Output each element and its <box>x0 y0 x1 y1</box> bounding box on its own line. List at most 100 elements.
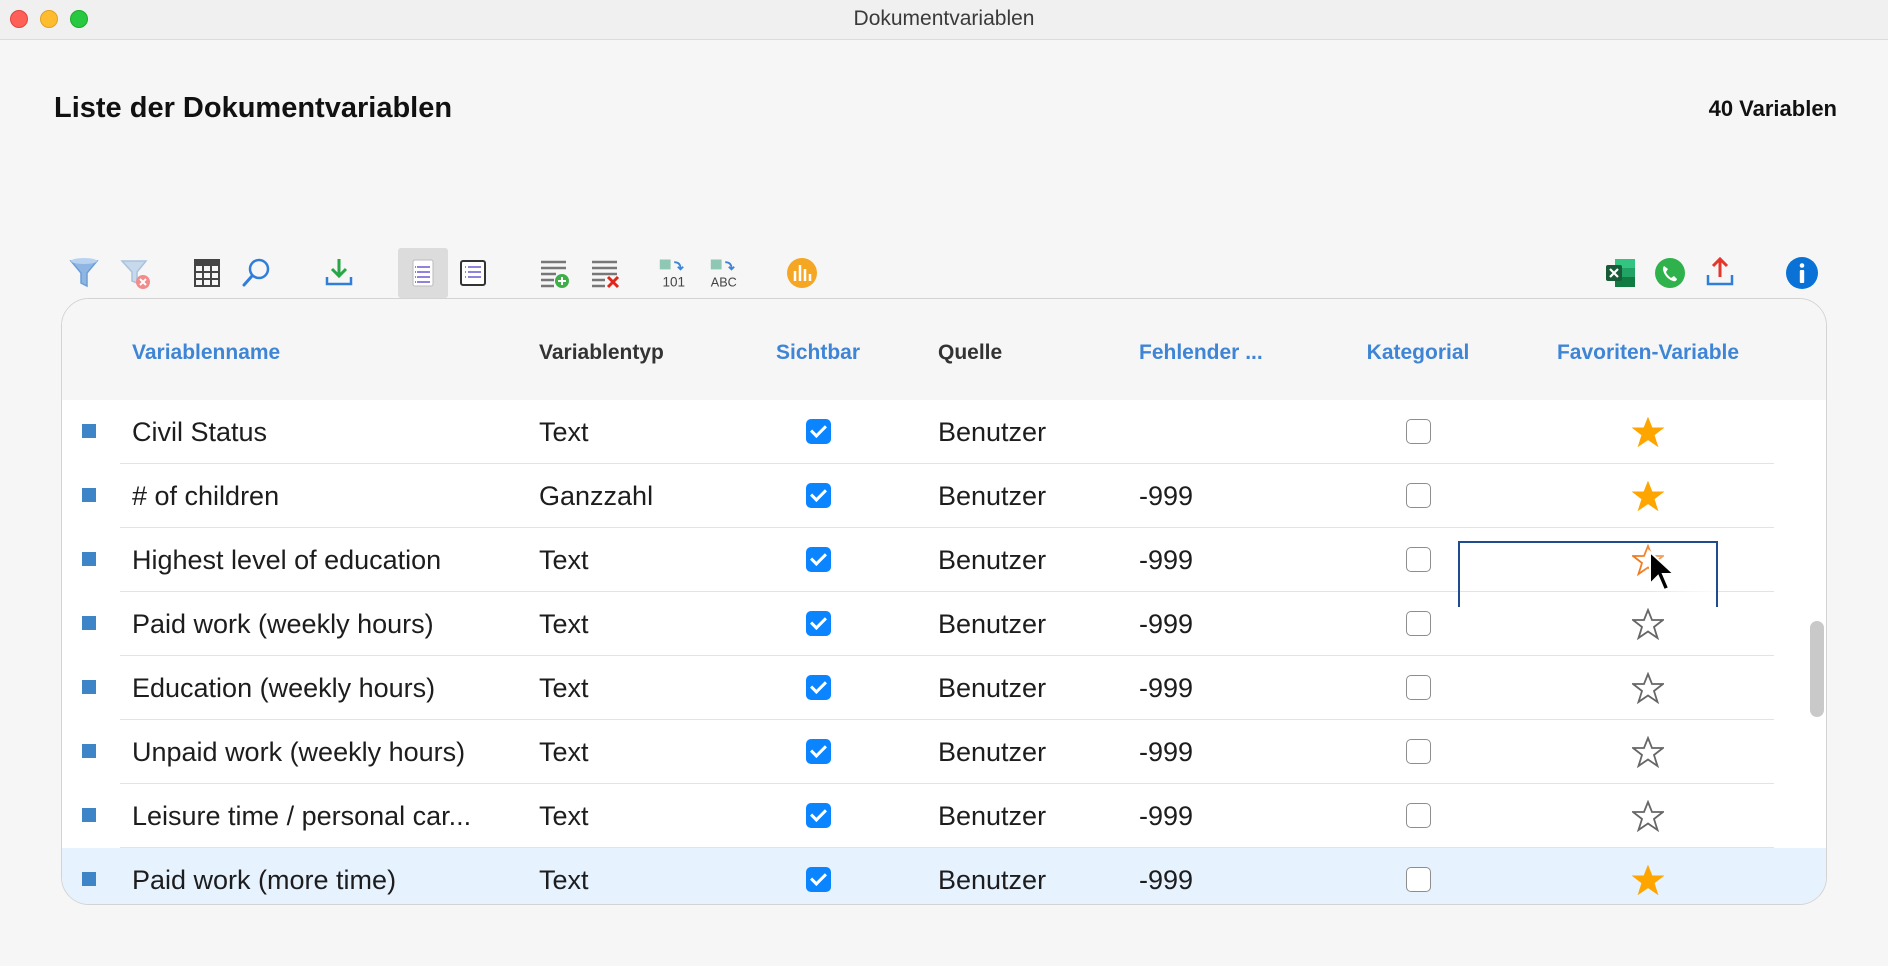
visible-checkbox[interactable] <box>806 803 831 828</box>
row-marker <box>82 744 96 758</box>
svg-text:101: 101 <box>663 275 686 290</box>
table-row[interactable]: Highest level of education Text Benutzer… <box>62 528 1826 592</box>
detail-view-button[interactable] <box>448 248 498 298</box>
export-icon <box>1706 256 1734 286</box>
source-cell: Benutzer <box>938 417 1047 447</box>
favorite-star-icon[interactable] <box>1632 416 1664 448</box>
favorite-star-icon[interactable] <box>1632 864 1664 896</box>
categorical-checkbox[interactable] <box>1406 867 1431 892</box>
favorite-star-icon[interactable] <box>1632 800 1664 832</box>
variable-name-cell[interactable]: Paid work (weekly hours) <box>132 609 434 640</box>
chart-button[interactable] <box>777 248 827 298</box>
missing-value-cell[interactable]: -999 <box>1139 481 1193 512</box>
variable-type-cell[interactable]: Text <box>539 801 589 832</box>
visible-checkbox[interactable] <box>806 739 831 764</box>
convert-to-text-button[interactable]: ABC <box>702 248 752 298</box>
table-row[interactable]: Education (weekly hours) Text Benutzer -… <box>62 656 1826 720</box>
table-row[interactable]: Civil Status Text Benutzer <box>62 400 1826 464</box>
clear-filter-button[interactable] <box>110 248 160 298</box>
toolbar: 101 ABC <box>0 248 1888 298</box>
excel-export-button[interactable] <box>1596 248 1646 298</box>
list-view-button[interactable] <box>398 248 448 298</box>
table-header: Variablenname Variablentyp Sichtbar Quel… <box>62 299 1826 400</box>
add-variable-button[interactable] <box>529 248 579 298</box>
variable-type-cell[interactable]: Text <box>539 865 589 896</box>
column-header-missing[interactable]: Fehlender ... <box>1139 341 1263 365</box>
delete-variable-button[interactable] <box>580 248 630 298</box>
search-button[interactable] <box>232 248 282 298</box>
variable-name-cell[interactable]: Highest level of education <box>132 545 441 576</box>
search-icon <box>242 258 270 287</box>
favorite-star-icon[interactable] <box>1632 672 1664 704</box>
missing-value-cell[interactable]: -999 <box>1139 673 1193 704</box>
column-header-categorical[interactable]: Kategorial <box>1367 341 1470 365</box>
categorical-checkbox[interactable] <box>1406 675 1431 700</box>
source-cell: Benutzer <box>938 609 1047 639</box>
variable-type-cell[interactable]: Text <box>539 417 589 448</box>
visible-checkbox[interactable] <box>806 611 831 636</box>
variable-name-cell[interactable]: # of children <box>132 481 279 512</box>
delete-variable-icon <box>592 260 620 289</box>
missing-value-cell[interactable]: -999 <box>1139 865 1193 896</box>
visible-checkbox[interactable] <box>806 547 831 572</box>
variable-type-cell[interactable]: Text <box>539 545 589 576</box>
variable-name-cell[interactable]: Unpaid work (weekly hours) <box>132 737 465 768</box>
categorical-checkbox[interactable] <box>1406 547 1431 572</box>
table-row[interactable]: Unpaid work (weekly hours) Text Benutzer… <box>62 720 1826 784</box>
variable-type-cell[interactable]: Text <box>539 673 589 704</box>
missing-value-cell[interactable]: -999 <box>1139 801 1193 832</box>
export-button[interactable] <box>1695 248 1745 298</box>
table-row[interactable]: # of children Ganzzahl Benutzer -999 <box>62 464 1826 528</box>
source-cell: Benutzer <box>938 865 1047 895</box>
info-button[interactable] <box>1777 248 1827 298</box>
scrollbar-thumb[interactable] <box>1810 621 1824 717</box>
variable-name-cell[interactable]: Civil Status <box>132 417 267 448</box>
table-row[interactable]: Paid work (more time) Text Benutzer -999 <box>62 848 1826 904</box>
variable-name-cell[interactable]: Education (weekly hours) <box>132 673 435 704</box>
favorite-star-icon[interactable] <box>1632 480 1664 512</box>
table-icon <box>194 259 220 287</box>
import-button[interactable] <box>314 248 364 298</box>
column-header-source[interactable]: Quelle <box>938 341 1002 365</box>
column-header-favorite[interactable]: Favoriten-Variable <box>1557 341 1739 365</box>
source-cell: Benutzer <box>938 545 1047 575</box>
filter-button[interactable] <box>59 248 109 298</box>
categorical-checkbox[interactable] <box>1406 611 1431 636</box>
phone-button[interactable] <box>1645 248 1695 298</box>
table-row[interactable]: Paid work (weekly hours) Text Benutzer -… <box>62 592 1826 656</box>
convert-to-number-button[interactable]: 101 <box>651 248 701 298</box>
visible-checkbox[interactable] <box>806 675 831 700</box>
missing-value-cell[interactable]: -999 <box>1139 609 1193 640</box>
column-header-type[interactable]: Variablentyp <box>539 341 664 365</box>
variable-type-cell[interactable]: Text <box>539 609 589 640</box>
row-marker <box>82 424 96 438</box>
variable-name-cell[interactable]: Paid work (more time) <box>132 865 396 896</box>
variable-type-cell[interactable]: Text <box>539 737 589 768</box>
table-view-button[interactable] <box>182 248 232 298</box>
source-cell: Benutzer <box>938 737 1047 767</box>
source-cell: Benutzer <box>938 801 1047 831</box>
categorical-checkbox[interactable] <box>1406 419 1431 444</box>
variable-type-cell[interactable]: Ganzzahl <box>539 481 653 512</box>
categorical-checkbox[interactable] <box>1406 803 1431 828</box>
source-cell: Benutzer <box>938 481 1047 511</box>
visible-checkbox[interactable] <box>806 419 831 444</box>
add-variable-icon <box>541 260 569 288</box>
variable-name-cell[interactable]: Leisure time / personal car... <box>132 801 471 832</box>
categorical-checkbox[interactable] <box>1406 483 1431 508</box>
column-header-visible[interactable]: Sichtbar <box>776 341 860 365</box>
favorite-star-icon[interactable] <box>1632 736 1664 768</box>
missing-value-cell[interactable]: -999 <box>1139 737 1193 768</box>
categorical-checkbox[interactable] <box>1406 739 1431 764</box>
visible-checkbox[interactable] <box>806 483 831 508</box>
column-header-name[interactable]: Variablenname <box>132 341 280 365</box>
row-marker <box>82 552 96 566</box>
row-marker <box>82 488 96 502</box>
source-cell: Benutzer <box>938 673 1047 703</box>
visible-checkbox[interactable] <box>806 867 831 892</box>
missing-value-cell[interactable]: -999 <box>1139 545 1193 576</box>
svg-text:ABC: ABC <box>711 276 737 290</box>
window-title: Dokumentvariablen <box>853 7 1035 30</box>
favorite-star-icon[interactable] <box>1632 608 1664 640</box>
table-row[interactable]: Leisure time / personal car... Text Benu… <box>62 784 1826 848</box>
